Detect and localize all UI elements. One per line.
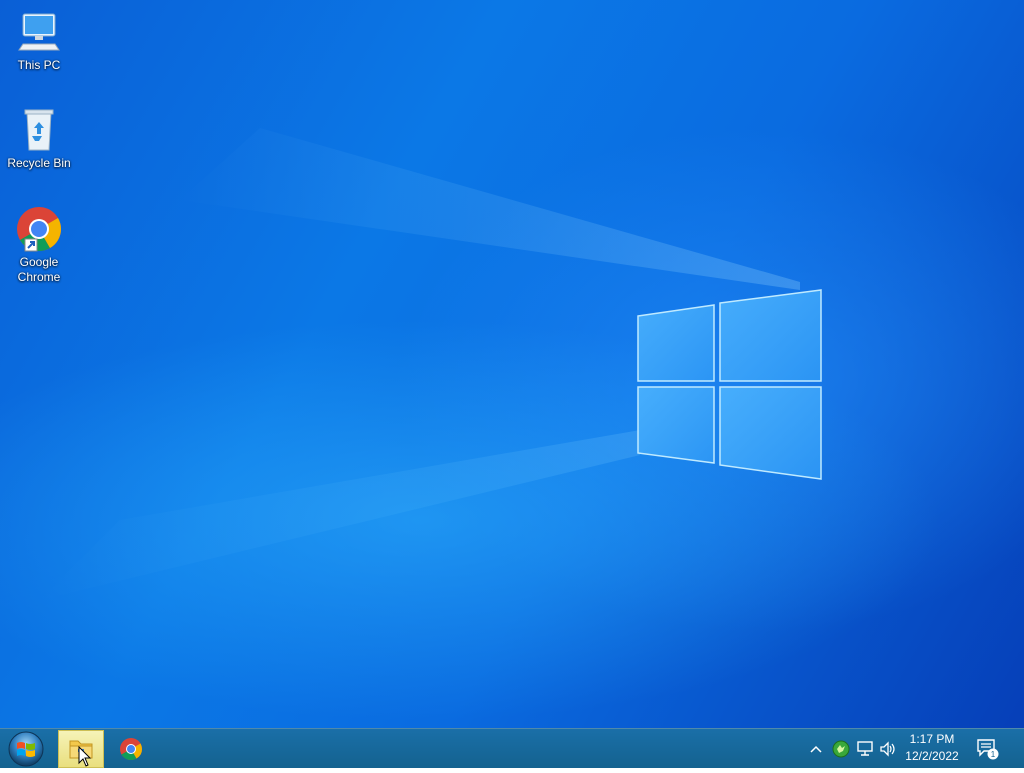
chrome-label-line1: Google: [19, 255, 59, 269]
action-center-button[interactable]: 1: [970, 729, 1006, 769]
volume-icon: [880, 741, 895, 757]
recycle-bin-desktop-icon[interactable]: Recycle Bin: [2, 106, 76, 171]
windows-orb-icon: [8, 731, 44, 767]
clock-date: 12/2/2022: [905, 749, 959, 763]
recycle-bin-label: Recycle Bin: [7, 156, 71, 170]
this-pc-label: This PC: [17, 58, 61, 72]
tray-green-app[interactable]: [830, 729, 852, 769]
chrome-desktop-icon[interactable]: Google Chrome: [2, 205, 76, 285]
chrome-icon: [17, 207, 61, 252]
chrome-label-line2: Chrome: [17, 270, 61, 284]
show-hidden-icons-button[interactable]: [806, 729, 826, 769]
green-app-icon: [832, 740, 850, 758]
action-center-icon: 1: [977, 739, 999, 760]
chevron-up-icon: [810, 745, 822, 753]
clock-time: 1:17 PM: [909, 732, 955, 746]
start-button[interactable]: [4, 730, 48, 768]
tray-network[interactable]: [854, 729, 876, 769]
taskbar: 1:17 PM 12/2/2022 1: [0, 728, 1024, 768]
chrome-icon: [120, 738, 142, 760]
wallpaper: [0, 128, 940, 720]
tray-volume[interactable]: [878, 729, 898, 769]
clock[interactable]: 1:17 PM 12/2/2022: [900, 731, 964, 767]
desktop[interactable]: This PC Recycle Bin Google Chrome: [0, 0, 1024, 728]
taskbar-chrome[interactable]: [108, 730, 154, 768]
mouse-cursor-icon: [78, 746, 92, 767]
recycle-bin-icon: [24, 109, 54, 151]
notification-count: 1: [991, 750, 996, 759]
computer-icon: [18, 13, 60, 51]
this-pc-desktop-icon[interactable]: This PC: [2, 8, 76, 73]
network-icon: [857, 741, 873, 756]
